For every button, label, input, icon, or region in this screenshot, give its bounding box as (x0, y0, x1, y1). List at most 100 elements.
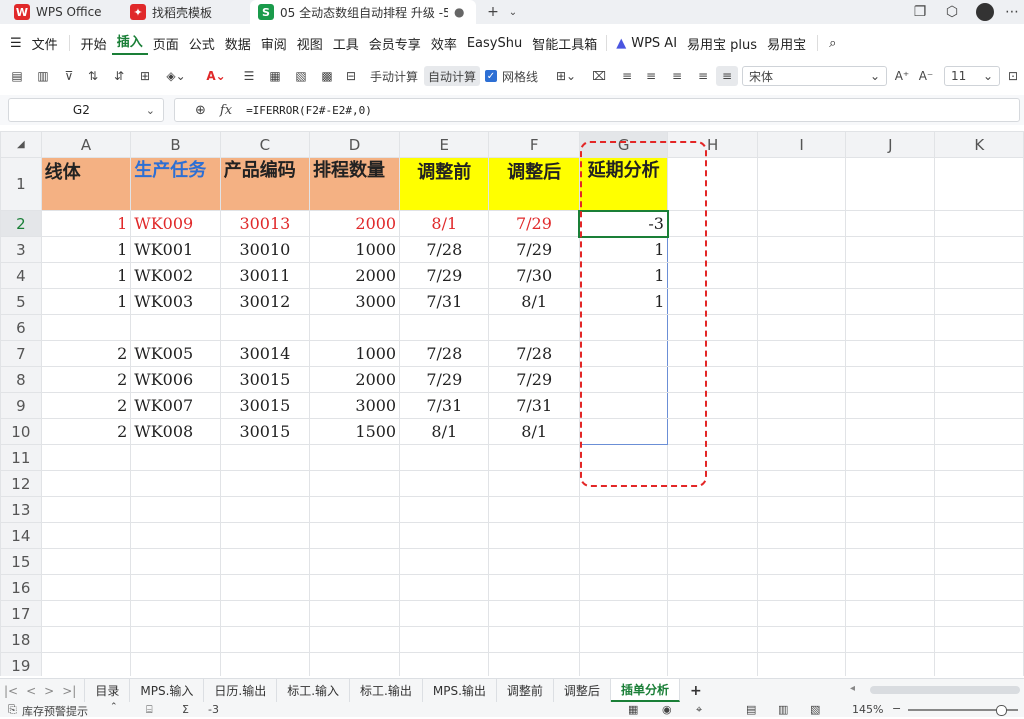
cell-after[interactable]: 7/30 (488, 262, 580, 289)
cell-line[interactable]: 1 (40, 288, 132, 315)
cell[interactable] (130, 444, 221, 471)
cell-delay[interactable] (578, 418, 669, 445)
cell-line[interactable]: 1 (40, 210, 132, 237)
column-header[interactable]: K (934, 131, 1024, 158)
cell-delay[interactable]: 1 (578, 288, 669, 315)
cell[interactable] (845, 626, 936, 653)
cell[interactable] (40, 470, 132, 497)
cell[interactable] (578, 652, 669, 676)
manual-calc-button[interactable]: 手动计算 (366, 66, 422, 86)
zoom-level[interactable]: 145% (852, 703, 883, 716)
avatar[interactable] (972, 0, 998, 24)
pin-icon[interactable]: ⌖ (696, 703, 702, 717)
header-cell[interactable]: 线体 (40, 157, 132, 211)
row-header[interactable]: 5 (0, 288, 42, 315)
cell[interactable] (130, 574, 221, 601)
cell[interactable] (309, 626, 401, 653)
cell-after[interactable]: 7/29 (488, 366, 580, 393)
add-sheet-button[interactable]: + (680, 679, 712, 702)
cell[interactable] (756, 548, 847, 575)
cell-product-code[interactable] (219, 314, 311, 341)
menu-file[interactable]: 文件 (27, 34, 63, 53)
clear-format-icon[interactable]: ⌧ (590, 66, 608, 86)
cell-before[interactable]: 7/31 (399, 288, 490, 315)
cell-quantity[interactable] (309, 314, 401, 341)
cell-line[interactable]: 1 (40, 262, 132, 289)
more-icon[interactable]: ⋯ (1002, 0, 1022, 24)
cell[interactable] (934, 157, 1024, 211)
header-cell[interactable]: 调整前 (399, 157, 490, 211)
cell[interactable] (667, 392, 758, 419)
cell[interactable] (219, 600, 311, 627)
zoom-out-icon[interactable]: − (892, 702, 901, 715)
fx-icon[interactable]: fx (220, 103, 232, 118)
cell[interactable] (756, 314, 847, 341)
cell[interactable] (309, 574, 401, 601)
cell[interactable] (667, 314, 758, 341)
sheet-tab[interactable]: 插单分析 (610, 679, 680, 702)
cell-quantity[interactable]: 1000 (309, 340, 401, 367)
font-size-select[interactable]: 11 ⌄ (944, 66, 1000, 86)
cell-delay[interactable] (578, 340, 669, 367)
menu-efficiency[interactable]: 效率 (426, 34, 462, 53)
cell[interactable] (934, 470, 1024, 497)
cell[interactable] (219, 626, 311, 653)
cell[interactable] (934, 444, 1024, 471)
page-break-icon[interactable]: ▧ (810, 703, 820, 716)
row-col-icon[interactable]: ☰ (240, 66, 258, 86)
cell[interactable] (756, 340, 847, 367)
cell[interactable] (934, 548, 1024, 575)
filter-icon[interactable]: ⊽ (60, 66, 78, 86)
row-header[interactable]: 17 (0, 600, 42, 627)
cell[interactable] (488, 626, 580, 653)
cell-product-code[interactable]: 30014 (219, 340, 311, 367)
cell[interactable] (399, 600, 490, 627)
auto-calc-button[interactable]: 自动计算 (424, 66, 480, 86)
tab-active-workbook[interactable]: S 05 全动态数组自动排程 升级 -5.x ● (250, 0, 476, 24)
cell[interactable] (756, 496, 847, 523)
row-header[interactable]: 10 (0, 418, 42, 445)
cell[interactable] (40, 496, 132, 523)
cell[interactable] (845, 418, 936, 445)
row-header[interactable]: 12 (0, 470, 42, 497)
font-shrink-icon[interactable]: A⁻ (916, 66, 936, 86)
cell[interactable] (488, 496, 580, 523)
cell[interactable] (667, 470, 758, 497)
cell[interactable] (488, 548, 580, 575)
cell[interactable] (934, 236, 1024, 263)
cell[interactable] (309, 600, 401, 627)
header-cell[interactable]: 调整后 (488, 157, 580, 211)
cell[interactable] (667, 600, 758, 627)
cell[interactable] (845, 314, 936, 341)
fill-color-icon[interactable]: ◈⌄ (162, 66, 190, 86)
cell[interactable] (578, 470, 669, 497)
sheet-tab[interactable]: MPS.输出 (423, 679, 497, 702)
format-icon[interactable]: ⊟ (342, 66, 360, 86)
restore-window-icon[interactable]: ❐ (908, 0, 932, 24)
cell[interactable] (756, 444, 847, 471)
cell-delay[interactable]: 1 (578, 236, 669, 263)
menu-member[interactable]: 会员专享 (364, 34, 426, 53)
cell[interactable] (756, 418, 847, 445)
cell-line[interactable] (40, 314, 132, 341)
cell[interactable] (934, 392, 1024, 419)
cell-after[interactable]: 7/31 (488, 392, 580, 419)
cell[interactable] (934, 626, 1024, 653)
cell[interactable] (934, 652, 1024, 676)
row-header[interactable]: 18 (0, 626, 42, 653)
cell[interactable] (845, 366, 936, 393)
cell[interactable] (845, 652, 936, 676)
cell-after[interactable]: 8/1 (488, 418, 580, 445)
cell[interactable] (40, 522, 132, 549)
cell-task[interactable]: WK001 (130, 236, 221, 263)
cell[interactable] (667, 418, 758, 445)
cell-product-code[interactable]: 30011 (219, 262, 311, 289)
cell[interactable] (309, 522, 401, 549)
row-header[interactable]: 9 (0, 392, 42, 419)
cell[interactable] (219, 470, 311, 497)
cell[interactable] (309, 496, 401, 523)
layout-icon[interactable]: ▦ (628, 703, 638, 716)
merge-icon[interactable]: ▦ (266, 66, 284, 86)
cell[interactable] (845, 157, 936, 211)
cell[interactable] (934, 574, 1024, 601)
